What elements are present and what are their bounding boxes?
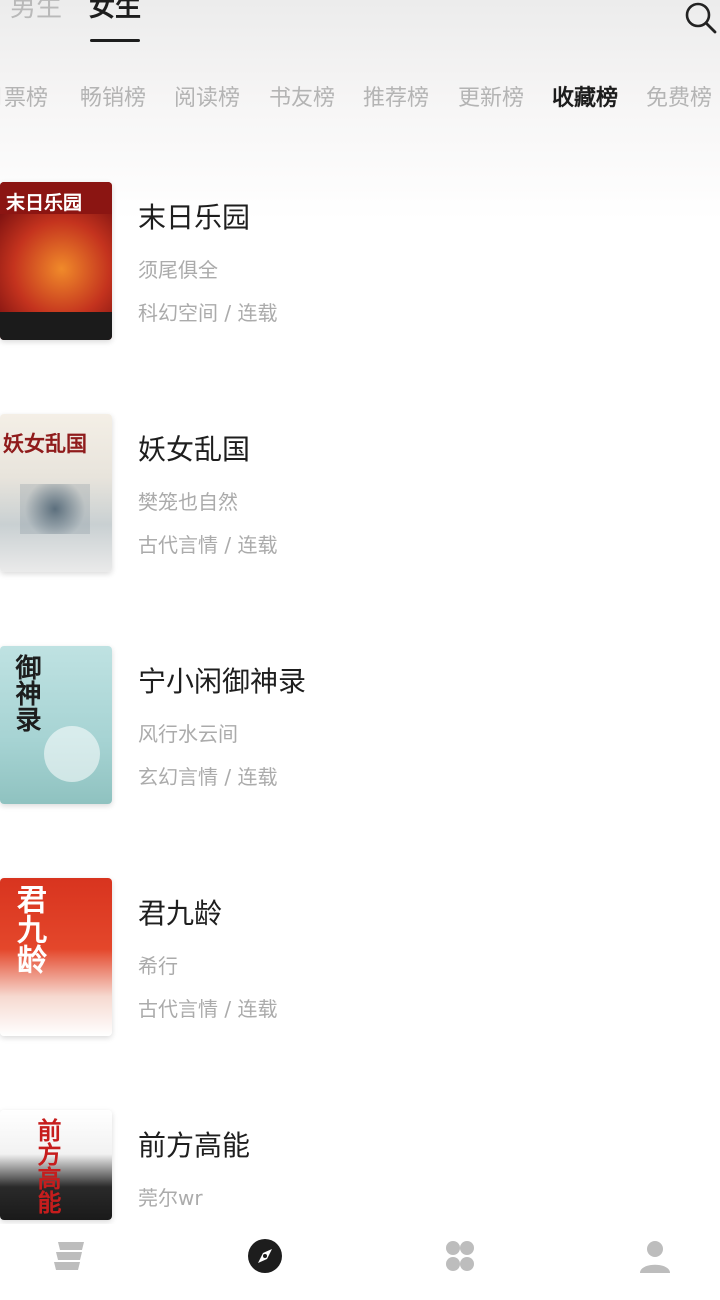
nav-bookshelf[interactable] <box>50 1238 90 1274</box>
book-cover: 末日乐园 <box>0 182 112 340</box>
search-button[interactable] <box>684 0 718 34</box>
book-cover: 妖女乱国 <box>0 414 112 572</box>
book-cover: 君九龄 <box>0 878 112 1036</box>
bottom-navigation <box>0 1224 720 1280</box>
book-author: 希行 <box>138 954 178 978</box>
category-icon <box>446 1241 474 1271</box>
book-author: 须尾俱全 <box>138 258 218 282</box>
book-item[interactable]: 妖女乱国 妖女乱国 樊笼也自然 古代言情 / 连载 <box>0 414 720 604</box>
book-cover: 御神录 <box>0 646 112 804</box>
tab-reading[interactable]: 阅读榜 <box>174 82 240 116</box>
book-item[interactable]: 御神录 宁小闲御神录 风行水云间 玄幻言情 / 连载 <box>0 646 720 836</box>
tab-bestseller[interactable]: 畅销榜 <box>80 82 146 116</box>
tab-recommend[interactable]: 推荐榜 <box>363 82 429 116</box>
nav-category[interactable] <box>440 1238 480 1274</box>
gender-tabs: 男生 女生 <box>0 0 720 50</box>
search-icon <box>685 2 717 34</box>
tab-female[interactable]: 女生 <box>89 0 141 26</box>
profile-icon <box>640 1241 670 1273</box>
tab-update[interactable]: 更新榜 <box>458 82 524 116</box>
tab-favorites[interactable]: 收藏榜 <box>552 82 618 116</box>
book-title: 君九龄 <box>138 897 223 930</box>
book-category-status: 科幻空间 / 连载 <box>138 301 278 325</box>
bookshelf-icon <box>54 1242 84 1270</box>
tab-free[interactable]: 免费榜 <box>646 82 712 116</box>
nav-discover[interactable] <box>245 1238 285 1274</box>
tab-monthly-ticket[interactable]: 月票榜 <box>0 82 48 116</box>
book-category-status: 古代言情 / 连载 <box>138 997 278 1021</box>
book-title: 宁小闲御神录 <box>138 665 307 698</box>
book-category-status: 古代言情 / 连载 <box>138 533 278 557</box>
book-title: 妖女乱国 <box>138 433 251 466</box>
book-item[interactable]: 末日乐园 末日乐园 须尾俱全 科幻空间 / 连载 <box>0 182 720 372</box>
book-cover: 前方高能 <box>0 1110 112 1220</box>
book-category-status: 玄幻言情 / 连载 <box>138 765 278 789</box>
book-author: 樊笼也自然 <box>138 490 238 514</box>
tab-male[interactable]: 男生 <box>10 0 62 26</box>
active-tab-indicator <box>90 39 140 42</box>
nav-profile[interactable] <box>635 1238 675 1274</box>
book-title: 末日乐园 <box>138 201 251 234</box>
tab-reader-friends[interactable]: 书友榜 <box>269 82 335 116</box>
ranking-tabs: 月票榜 畅销榜 阅读榜 书友榜 推荐榜 更新榜 收藏榜 免费榜 <box>0 80 720 120</box>
book-title: 前方高能 <box>138 1129 251 1162</box>
book-author: 莞尔wr <box>138 1186 203 1210</box>
compass-icon <box>248 1239 282 1273</box>
book-item[interactable]: 君九龄 君九龄 希行 古代言情 / 连载 <box>0 878 720 1068</box>
book-author: 风行水云间 <box>138 722 238 746</box>
